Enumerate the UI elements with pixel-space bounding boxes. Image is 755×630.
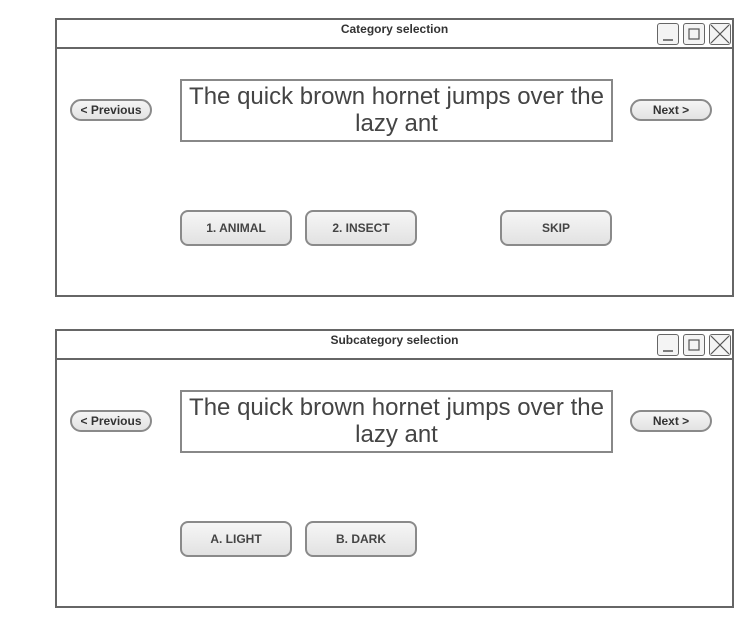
animal-button[interactable]: 1. ANIMAL [180, 210, 292, 246]
next-button[interactable]: Next > [630, 99, 712, 121]
light-button[interactable]: A. LIGHT [180, 521, 292, 557]
next-button[interactable]: Next > [630, 410, 712, 432]
insect-button[interactable]: 2. INSECT [305, 210, 417, 246]
minimize-icon [663, 39, 673, 41]
title-bar[interactable]: Subcategory selection [57, 331, 732, 360]
title-bar[interactable]: Category selection [57, 20, 732, 49]
subcategory-selection-window: Subcategory selection < Previous The qui… [55, 329, 734, 608]
minimize-icon [663, 350, 673, 352]
close-icon [710, 24, 730, 44]
maximize-button[interactable] [683, 23, 705, 45]
maximize-button[interactable] [683, 334, 705, 356]
maximize-icon [688, 339, 700, 351]
category-selection-window: Category selection < Previous The quick … [55, 18, 734, 297]
minimize-button[interactable] [657, 334, 679, 356]
sentence-display: The quick brown hornet jumps over the la… [180, 79, 613, 142]
minimize-button[interactable] [657, 23, 679, 45]
skip-button[interactable]: SKIP [500, 210, 612, 246]
dark-button[interactable]: B. DARK [305, 521, 417, 557]
maximize-icon [688, 28, 700, 40]
close-button[interactable] [709, 334, 731, 356]
window-title: Subcategory selection [330, 333, 459, 347]
previous-button[interactable]: < Previous [70, 410, 152, 432]
previous-button[interactable]: < Previous [70, 99, 152, 121]
window-title: Category selection [340, 22, 449, 36]
sentence-display: The quick brown hornet jumps over the la… [180, 390, 613, 453]
close-icon [710, 335, 730, 355]
close-button[interactable] [709, 23, 731, 45]
